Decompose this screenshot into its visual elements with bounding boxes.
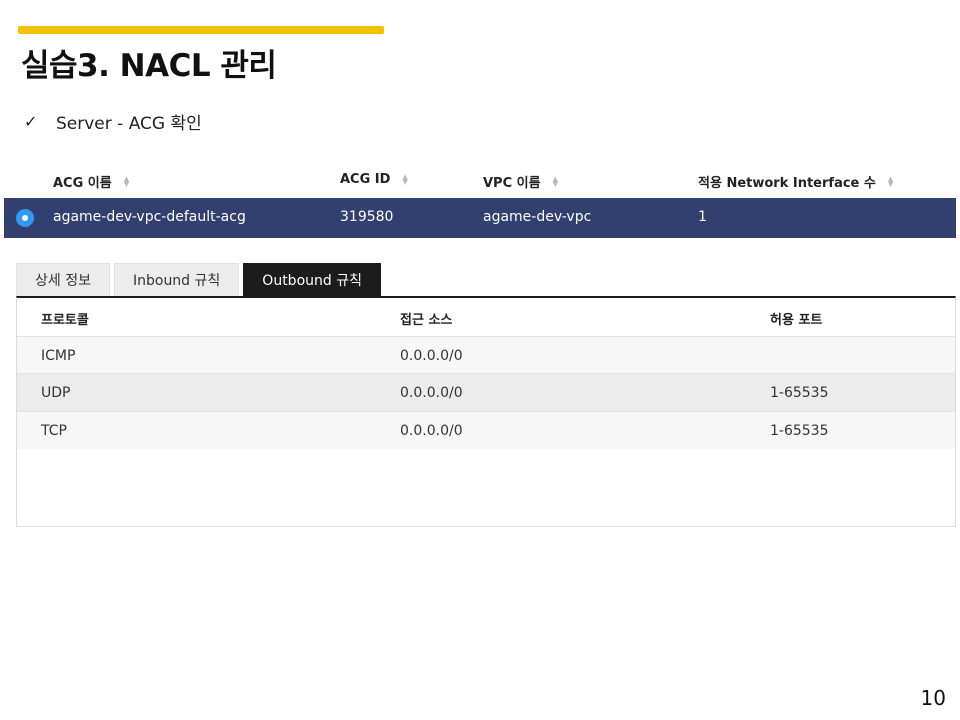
tab-inbound-rules[interactable]: Inbound 규칙 — [113, 263, 240, 296]
row-radio-button[interactable] — [16, 209, 34, 227]
outbound-rules-panel: 프로토콜 접근 소스 허용 포트 ICMP 0.0.0.0/0 UDP 0.0.… — [16, 296, 956, 527]
protocol-cell: ICMP — [41, 348, 76, 364]
protocol-cell: TCP — [41, 423, 67, 439]
tab-details[interactable]: 상세 정보 — [16, 263, 110, 296]
rules-table-header: 프로토콜 접근 소스 허용 포트 — [17, 298, 955, 336]
vpc-name-cell: agame-dev-vpc — [483, 209, 592, 225]
column-header-acg-id[interactable]: ACG ID ▲ ▼ — [340, 172, 408, 187]
slide-title: 실습3. NACL 관리 — [21, 48, 277, 84]
source-cell: 0.0.0.0/0 — [400, 348, 463, 364]
header-port: 허용 포트 — [770, 313, 823, 328]
column-header-acg-name[interactable]: ACG 이름 ▲ ▼ — [53, 172, 129, 191]
bullet-text: Server - ACG 확인 — [56, 114, 202, 134]
sort-icon[interactable]: ▲ ▼ — [402, 173, 407, 185]
source-cell: 0.0.0.0/0 — [400, 423, 463, 439]
acg-id-cell: 319580 — [340, 209, 394, 225]
ni-count-cell: 1 — [698, 209, 707, 225]
acg-table-header: ACG 이름 ▲ ▼ ACG ID ▲ ▼ VPC 이름 ▲ ▼ 적용 Network… — [4, 162, 956, 198]
header-source: 접근 소스 — [400, 313, 453, 328]
sort-icon[interactable]: ▲ ▼ — [553, 175, 558, 187]
port-cell: 1-65535 — [770, 423, 829, 439]
header-protocol: 프로토콜 — [41, 313, 89, 328]
table-row: ICMP 0.0.0.0/0 — [17, 336, 955, 374]
table-row: TCP 0.0.0.0/0 1-65535 — [17, 411, 955, 449]
table-row: UDP 0.0.0.0/0 1-65535 — [17, 373, 955, 411]
protocol-cell: UDP — [41, 385, 71, 401]
port-cell: 1-65535 — [770, 385, 829, 401]
title-accent-bar — [18, 26, 384, 34]
acg-name-cell: agame-dev-vpc-default-acg — [53, 209, 246, 225]
sort-icon[interactable]: ▲ ▼ — [124, 175, 129, 187]
column-header-vpc-name[interactable]: VPC 이름 ▲ ▼ — [483, 172, 558, 191]
source-cell: 0.0.0.0/0 — [400, 385, 463, 401]
acg-table-row-selected[interactable]: agame-dev-vpc-default-acg 319580 agame-d… — [4, 198, 956, 238]
detail-tabs: 상세 정보 Inbound 규칙 Outbound 규칙 — [16, 263, 385, 297]
column-header-ni-count[interactable]: 적용 Network Interface 수 ▲ ▼ — [698, 172, 893, 191]
page-number: 10 — [920, 686, 946, 710]
tab-outbound-rules[interactable]: Outbound 규칙 — [243, 263, 381, 296]
sort-icon[interactable]: ▲ ▼ — [888, 175, 893, 187]
bullet-item: ✓ Server - ACG 확인 — [24, 109, 202, 134]
checkmark-icon: ✓ — [24, 112, 38, 131]
